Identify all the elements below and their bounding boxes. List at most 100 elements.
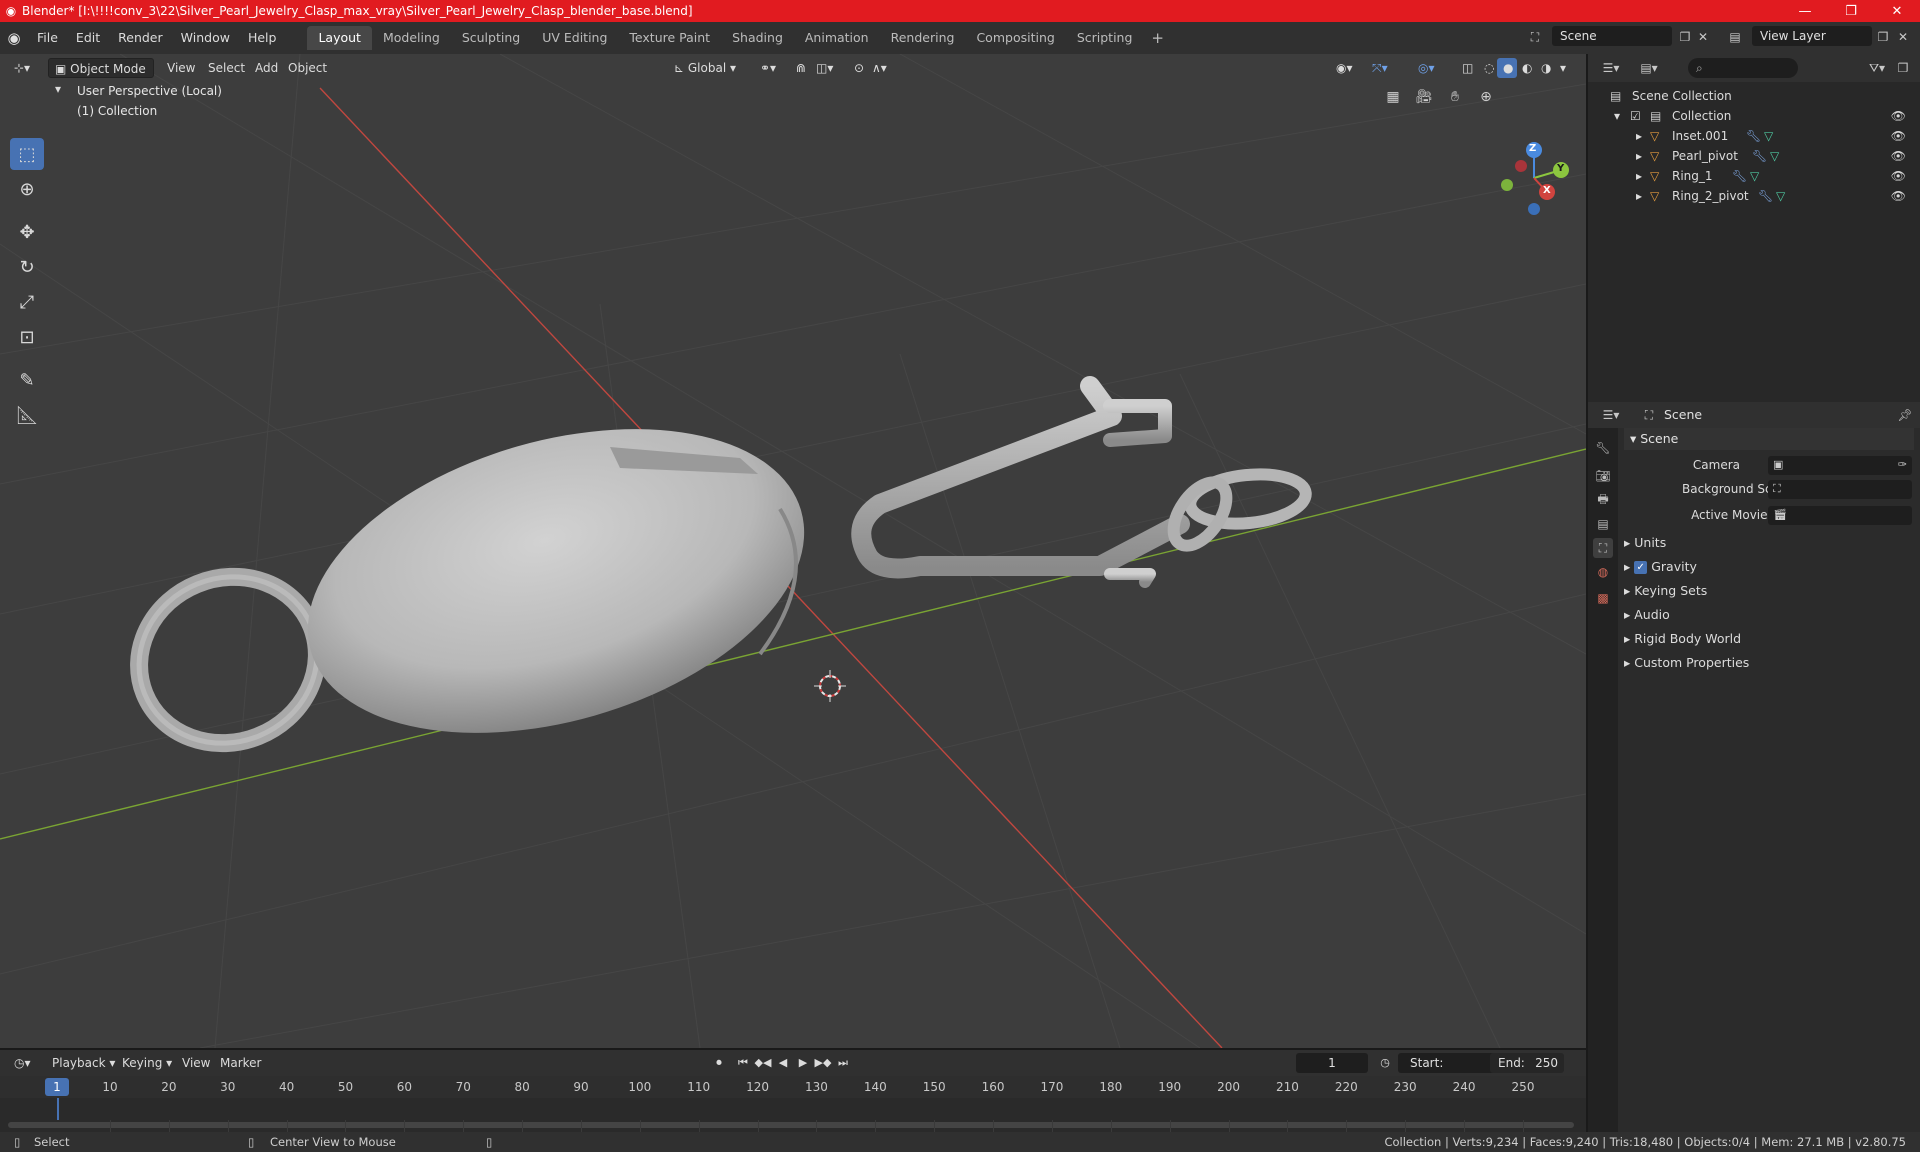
tab-scripting[interactable]: Scripting <box>1066 26 1144 50</box>
wireframe-shading-icon[interactable]: ◌ <box>1478 58 1498 78</box>
eye-icon[interactable]: 👁︎ <box>1891 126 1906 146</box>
outliner-editor-type-icon[interactable]: ☰▾ <box>1602 59 1620 77</box>
menu-edit[interactable]: Edit <box>67 22 109 54</box>
new-view-layer-icon[interactable]: ❐ <box>1874 28 1892 46</box>
outliner-scene-collection[interactable]: ▤ Scene Collection <box>1588 86 1918 106</box>
gizmo-y-label[interactable]: Y <box>1557 163 1564 174</box>
view-layer-field[interactable]: View Layer <box>1752 26 1872 46</box>
delete-view-layer-icon[interactable]: ✕ <box>1894 28 1912 46</box>
tab-layout[interactable]: Layout <box>307 26 372 50</box>
expand-arrow-icon[interactable]: ▸ <box>1636 186 1642 206</box>
timeline-scrollbar[interactable] <box>8 1122 1574 1128</box>
transform-orientation-dropdown[interactable]: ⊾ Global ▾ <box>668 58 748 78</box>
gravity-panel[interactable]: ▸ ✓ Gravity <box>1624 556 1914 578</box>
overlay-toggle-icon[interactable]: ◎▾ <box>1412 58 1444 78</box>
view-layer-tab-icon[interactable]: ▤ <box>1593 514 1613 534</box>
object-mode-dropdown[interactable]: ▣ Object Mode ▾ <box>48 58 154 96</box>
rotate-tool-icon[interactable]: ↻ <box>10 251 44 283</box>
tab-modeling[interactable]: Modeling <box>372 26 451 50</box>
pan-view-icon[interactable]: ✋︎ <box>1442 84 1468 110</box>
solid-shading-icon[interactable]: ● <box>1497 58 1517 78</box>
modifier-wrench-icon[interactable]: 🔧︎ <box>1752 146 1767 166</box>
zoom-view-icon[interactable]: ⊕ <box>1473 84 1499 110</box>
expand-arrow-icon[interactable]: ▸ <box>1636 146 1642 166</box>
view-layer-icon[interactable]: ▤ <box>1726 28 1744 46</box>
collection-checkbox-icon[interactable]: ☑ <box>1630 106 1641 126</box>
end-frame-field[interactable]: End: 250 <box>1490 1053 1564 1073</box>
falloff-icon[interactable]: ∧▾ <box>866 58 896 78</box>
editor-type-icon[interactable]: ⊹▾ <box>8 58 40 78</box>
mesh-data-icon[interactable]: ▽ <box>1750 166 1759 186</box>
snap-target-icon[interactable]: ◫▾ <box>810 58 840 78</box>
modifier-wrench-icon[interactable]: 🔧︎ <box>1732 166 1747 186</box>
close-button[interactable]: ✕ <box>1874 0 1920 22</box>
camera-field[interactable]: ▣ ✑ <box>1768 456 1912 475</box>
3d-viewport[interactable]: Z Y X ⊹▾ ▣ Object Mode ▾ View Select Add… <box>0 54 1586 1048</box>
background-scene-field[interactable]: ⛶ <box>1768 480 1912 499</box>
scene-panel-header[interactable]: ▾ Scene <box>1624 428 1914 450</box>
timeline-editor-type-icon[interactable]: ◷▾ <box>8 1053 37 1073</box>
outliner-item-pearl-pivot[interactable]: ▸ ▽ Pearl_pivot 🔧︎ ▽ 👁︎ <box>1588 146 1918 166</box>
current-frame-indicator[interactable]: 1 <box>45 1078 69 1096</box>
render-tab-icon[interactable]: 📷︎ <box>1593 466 1613 486</box>
audio-panel[interactable]: ▸ Audio <box>1624 604 1914 626</box>
blender-menu-icon[interactable]: ◉ <box>0 29 28 47</box>
mesh-data-icon[interactable]: ▽ <box>1776 186 1785 206</box>
snap-toggle-icon[interactable]: ⋒ <box>790 58 810 78</box>
proportional-edit-icon[interactable]: ⊙ <box>848 58 868 78</box>
viewport-scene[interactable] <box>0 54 1586 1048</box>
outliner-item-ring-1[interactable]: ▸ ▽ Ring_1 🔧︎ ▽ 👁︎ <box>1588 166 1918 186</box>
move-tool-icon[interactable]: ✥ <box>10 216 44 248</box>
new-collection-icon[interactable]: ❐ <box>1894 59 1912 77</box>
jump-next-keyframe-button[interactable]: ▶◆ <box>814 1053 832 1073</box>
tab-sculpting[interactable]: Sculpting <box>451 26 531 50</box>
expand-arrow-icon[interactable]: ▾ <box>1614 106 1620 126</box>
gizmo-x-label[interactable]: X <box>1543 185 1551 196</box>
outliner-item-inset[interactable]: ▸ ▽ Inset.001 🔧︎ ▽ 👁︎ <box>1588 126 1918 146</box>
xray-toggle-icon[interactable]: ◫ <box>1456 58 1476 78</box>
eye-icon[interactable]: 👁︎ <box>1891 106 1906 126</box>
world-tab-icon[interactable]: ◍ <box>1593 562 1613 582</box>
measure-tool-icon[interactable]: 📐︎ <box>10 399 44 431</box>
outliner-item-ring-2-pivot[interactable]: ▸ ▽ Ring_2_pivot 🔧︎ ▽ 👁︎ <box>1588 186 1918 206</box>
mesh-data-icon[interactable]: ▽ <box>1770 146 1779 166</box>
camera-view-icon[interactable]: 🎥︎ <box>1411 84 1437 110</box>
play-button[interactable]: ▶ <box>794 1053 812 1073</box>
toggle-ortho-icon[interactable]: ▦ <box>1380 84 1406 110</box>
tab-rendering[interactable]: Rendering <box>880 26 966 50</box>
scene-tab-icon[interactable]: ⛶ <box>1593 538 1613 558</box>
tab-texture-paint[interactable]: Texture Paint <box>618 26 721 50</box>
viewport-menu-object[interactable]: Object <box>283 58 332 78</box>
gizmo-z-label[interactable]: Z <box>1529 143 1536 154</box>
viewport-menu-select[interactable]: Select <box>203 58 250 78</box>
texture-tab-icon[interactable]: ▩ <box>1593 588 1613 608</box>
add-workspace-button[interactable]: + <box>1143 29 1172 47</box>
pivot-point-icon[interactable]: ⚭▾ <box>754 58 784 78</box>
filter-icon[interactable]: ⛛▾ <box>1868 59 1886 77</box>
menu-render[interactable]: Render <box>109 22 172 54</box>
timeline-menu-view[interactable]: View <box>176 1053 216 1073</box>
modifier-wrench-icon[interactable]: 🔧︎ <box>1746 126 1761 146</box>
rigid-body-world-panel[interactable]: ▸ Rigid Body World <box>1624 628 1914 650</box>
select-box-tool-icon[interactable]: ⬚ <box>10 138 44 170</box>
outliner-search-field[interactable]: ⌕ <box>1688 58 1798 78</box>
menu-file[interactable]: File <box>28 22 67 54</box>
annotate-tool-icon[interactable]: ✎ <box>10 364 44 396</box>
active-movie-clip-field[interactable]: 🎬︎ <box>1768 506 1912 525</box>
timeline-ruler[interactable]: 10 20 30 40 50 60 70 80 90 100 110 120 130 140 150 160 1… <box>0 1076 1586 1098</box>
modifier-wrench-icon[interactable]: 🔧︎ <box>1758 186 1773 206</box>
scene-selector-icon[interactable]: ⛶ <box>1526 28 1544 46</box>
tool-tab-icon[interactable]: 🔧︎ <box>1593 438 1613 458</box>
menu-window[interactable]: Window <box>172 22 239 54</box>
current-frame-field[interactable]: 1 <box>1296 1053 1368 1073</box>
timeline-menu-keying[interactable]: Keying ▾ <box>116 1053 178 1073</box>
output-tab-icon[interactable]: 🖶︎ <box>1593 490 1613 510</box>
eye-icon[interactable]: 👁︎ <box>1891 166 1906 186</box>
keying-sets-panel[interactable]: ▸ Keying Sets <box>1624 580 1914 602</box>
gizmo-toggle-icon[interactable]: ⤧▾ <box>1366 58 1398 78</box>
scene-name-field[interactable]: Scene <box>1552 26 1672 46</box>
material-shading-icon[interactable]: ◐ <box>1516 58 1536 78</box>
pin-icon[interactable]: 📌︎ <box>1896 406 1914 424</box>
visibility-icon[interactable]: ◉▾ <box>1330 58 1360 78</box>
eyedropper-icon[interactable]: ✑ <box>1898 458 1907 471</box>
